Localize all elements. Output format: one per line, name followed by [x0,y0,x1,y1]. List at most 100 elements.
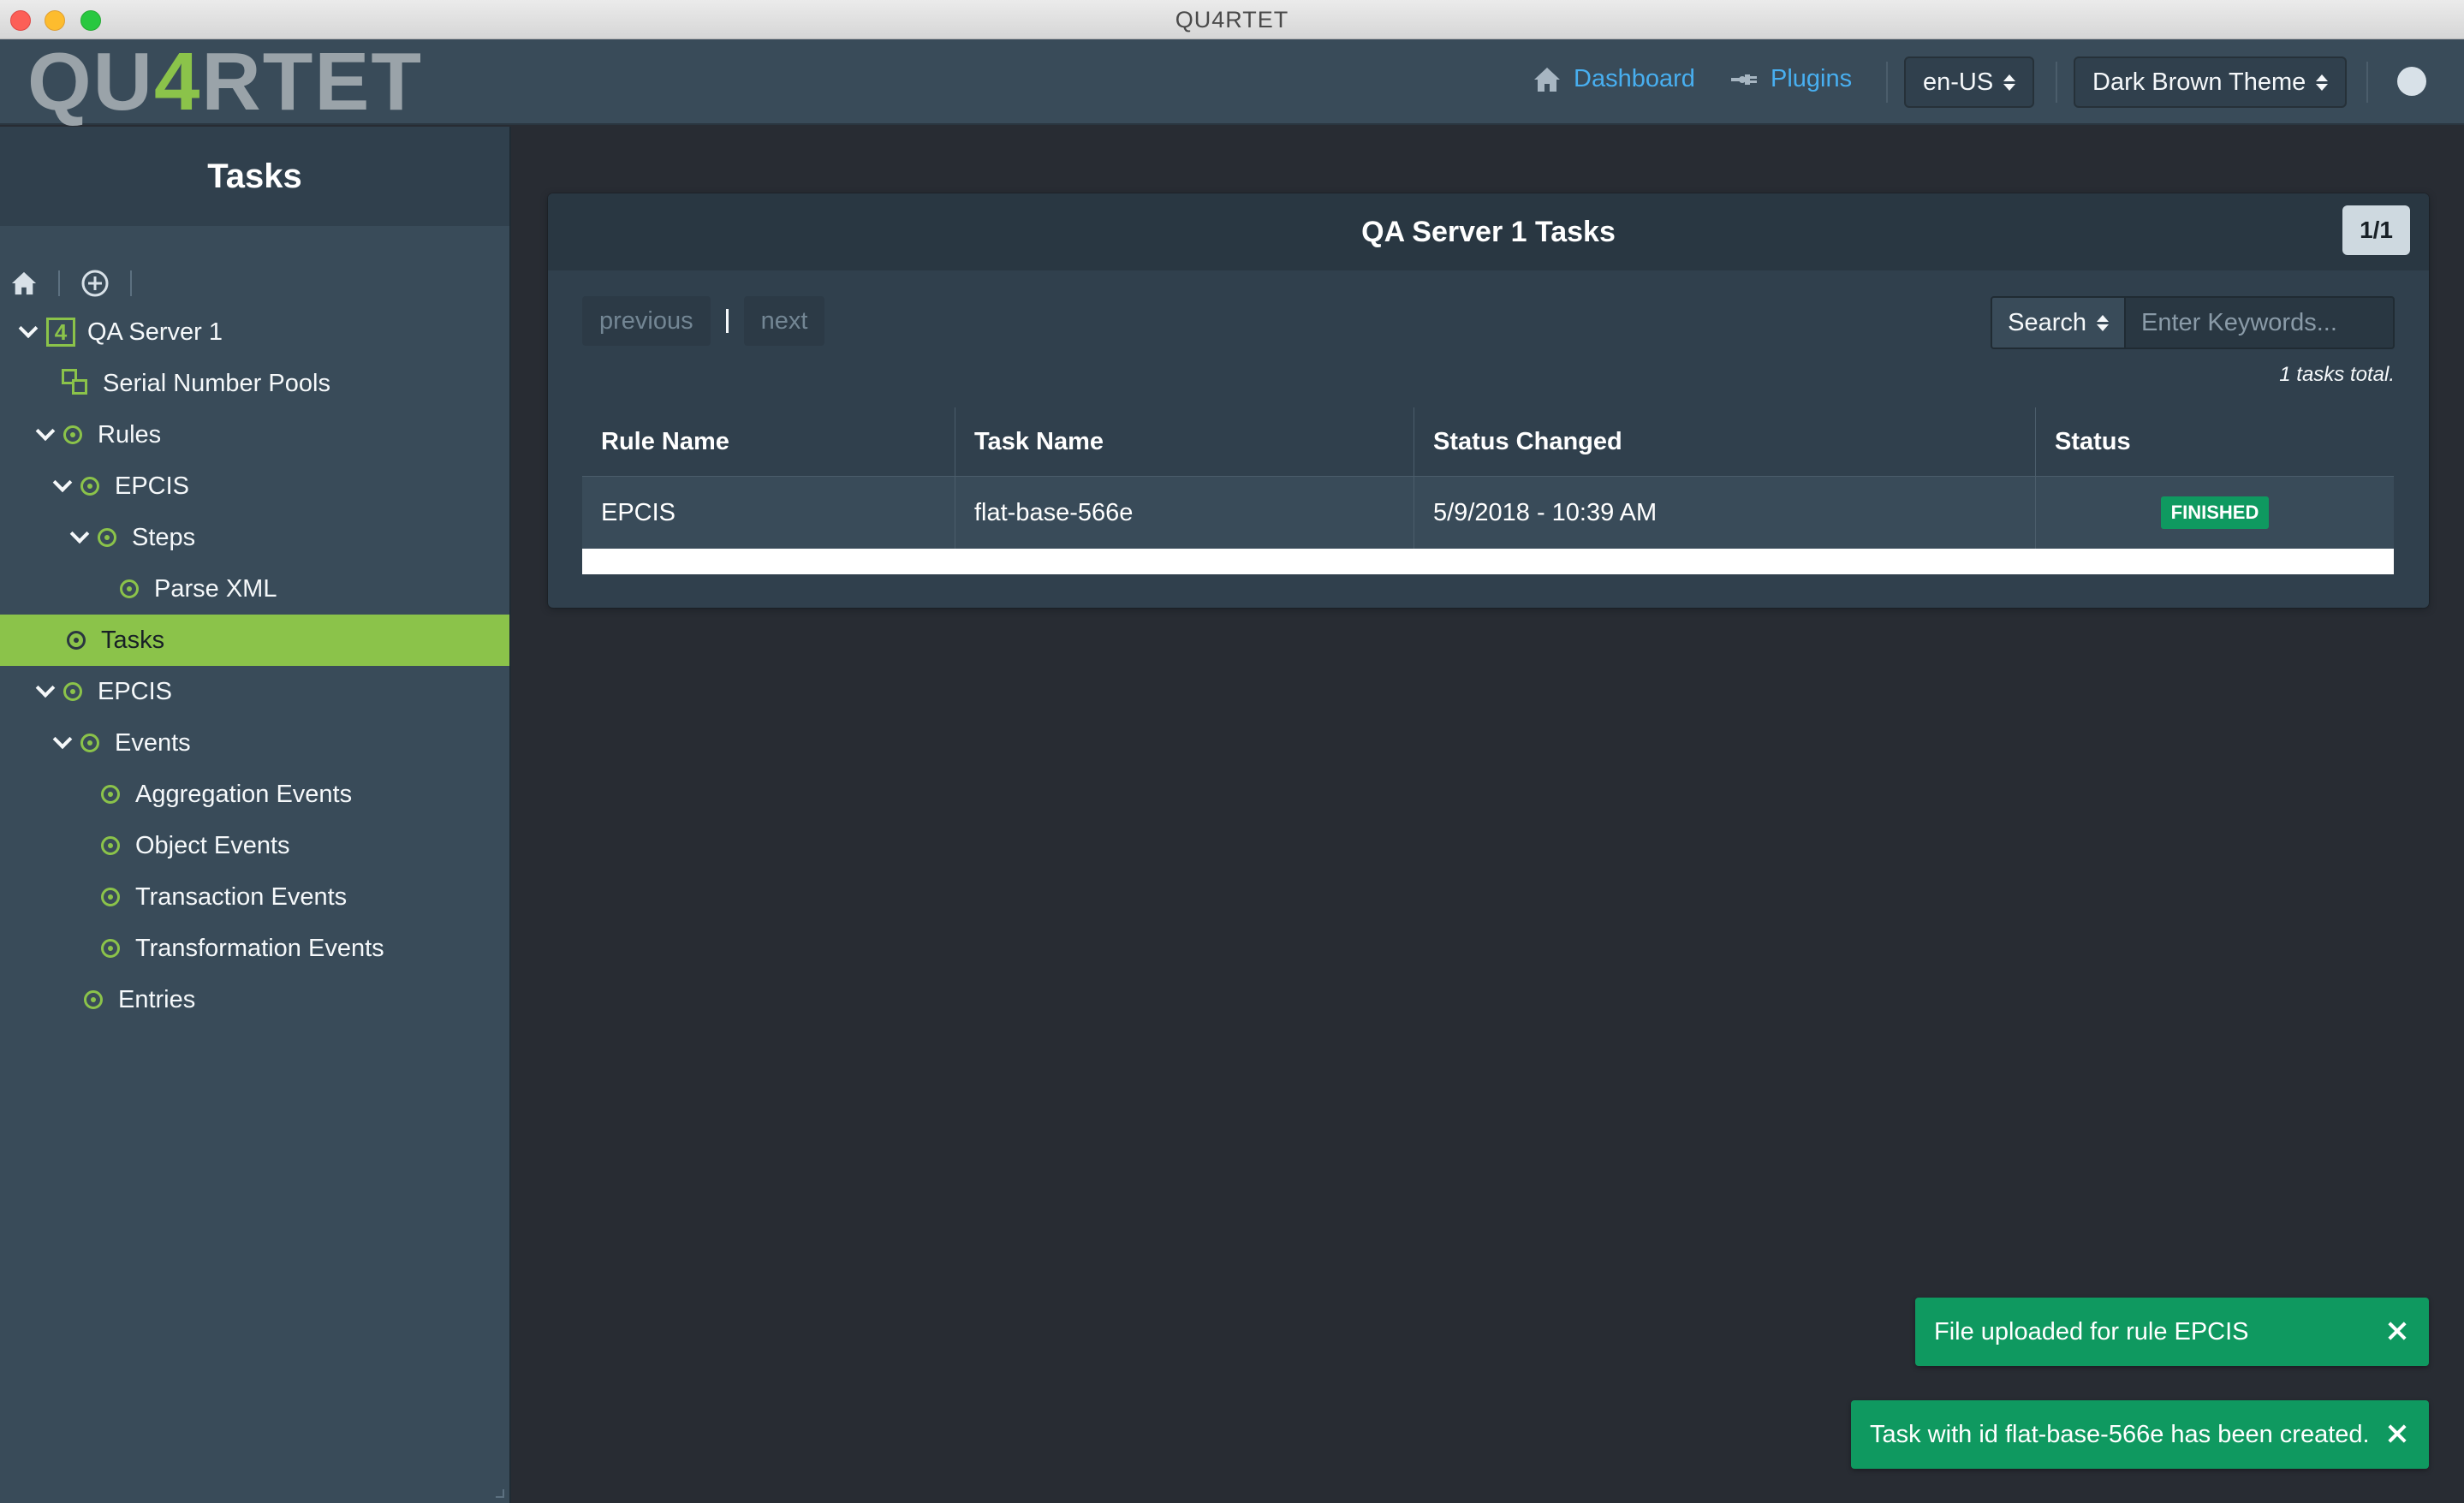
tree-item-transformation-events[interactable]: Transformation Events [0,923,509,974]
column-header-status[interactable]: Status [2035,407,2394,476]
node-icon [98,528,116,547]
tree-item-label: Tasks [101,626,165,654]
sidebar-resize-handle[interactable] [496,1489,504,1498]
tree-item-label: EPCIS [98,677,173,705]
tasks-table: Rule Name Task Name Status Changed Statu… [582,407,2394,574]
pool-icon [62,369,91,398]
table-row[interactable]: EPCIS flat-base-566e 5/9/2018 - 10:39 AM… [582,476,2394,549]
tree-item-label: Entries [118,985,196,1013]
tree-item-label: Rules [98,420,162,449]
tasks-total: 1 tasks total. [2279,363,2395,386]
plugins-link[interactable]: Plugins [1729,65,1852,93]
tree-item-parse-xml[interactable]: Parse XML [0,563,509,615]
pager-divider [725,309,729,333]
tree-item-serial-number-pools[interactable]: Serial Number Pools [0,358,509,409]
tree-item-qa-server-1[interactable]: 4 QA Server 1 [0,306,509,358]
page-indicator: 1/1 [2342,205,2410,255]
search-input[interactable] [2126,296,2395,349]
nav-divider [2056,62,2057,103]
top-navbar: QU4RTET Dashboard Plugins en-US Dark Bro… [0,39,2464,125]
select-caret-icon [2003,74,2016,91]
theme-select[interactable]: Dark Brown Theme [2074,56,2348,108]
close-icon[interactable] [2384,1421,2410,1447]
theme-value: Dark Brown Theme [2092,68,2306,96]
tree-item-rules[interactable]: Rules [0,409,509,460]
app-logo[interactable]: QU4RTET [27,41,423,123]
status-badge: FINISHED [2160,496,2270,529]
search-field-select[interactable]: Search [1991,296,2126,349]
node-icon [63,682,82,701]
node-icon [80,734,99,752]
previous-button[interactable]: previous [582,296,711,346]
dashboard-label: Dashboard [1574,65,1695,92]
chevron-down-icon[interactable] [68,526,91,549]
server-icon: 4 [46,318,75,347]
tree-item-label: QA Server 1 [87,318,223,346]
tree-toolbar [10,269,132,298]
tree-item-events[interactable]: Events [0,717,509,769]
tree-item-steps[interactable]: Steps [0,512,509,563]
window-title: QU4RTET [1175,7,1289,33]
tree-item-object-events[interactable]: Object Events [0,820,509,871]
node-icon [101,888,120,906]
tree-item-aggregation-events[interactable]: Aggregation Events [0,769,509,820]
tasks-card: QA Server 1 Tasks 1/1 previous next Sear… [548,193,2429,608]
logo-prefix: QU [27,36,154,128]
tree-item-entries[interactable]: Entries [0,974,509,1025]
column-header-rule-name[interactable]: Rule Name [582,407,955,476]
chevron-down-icon[interactable] [51,732,74,754]
toast-task-created: Task with id flat-base-566e has been cre… [1851,1400,2429,1469]
toast-file-uploaded: File uploaded for rule EPCIS [1915,1298,2429,1366]
table-header-row: Rule Name Task Name Status Changed Statu… [582,407,2394,476]
home-icon[interactable] [10,270,38,296]
tree-item-transaction-events[interactable]: Transaction Events [0,871,509,923]
cell-task-name: flat-base-566e [955,477,1414,549]
tree-item-label: Parse XML [154,574,277,603]
column-header-status-changed[interactable]: Status Changed [1414,407,2035,476]
toast-message: File uploaded for rule EPCIS [1934,1317,2249,1346]
tree-item-label: Transaction Events [135,882,348,911]
nav-divider [2366,62,2368,103]
node-icon [80,477,99,496]
chevron-down-icon[interactable] [17,321,39,343]
sidebar-title: Tasks [0,127,509,226]
node-icon [84,990,103,1009]
search-select-value: Search [2008,308,2086,336]
tree-item-tasks[interactable]: Tasks [0,615,509,666]
node-icon [101,785,120,804]
search-group: Search [1991,296,2395,349]
logo-accent: 4 [154,36,202,128]
pagination: previous next [582,296,825,346]
cell-status: FINISHED [2035,477,2394,549]
toolbar-divider [58,270,60,296]
column-header-task-name[interactable]: Task Name [955,407,1414,476]
add-circle-icon[interactable] [80,269,110,298]
node-icon [120,579,139,598]
tree-item-label: Transformation Events [135,934,384,962]
table-footer [582,549,2394,574]
dashboard-link[interactable]: Dashboard [1533,65,1695,93]
nav-divider [1886,62,1888,103]
chevron-down-icon[interactable] [51,475,74,497]
chevron-down-icon[interactable] [34,424,57,446]
user-account-icon[interactable] [2397,67,2426,96]
node-icon [63,425,82,444]
next-button[interactable]: next [743,296,825,346]
toolbar-divider [130,270,132,296]
home-icon [1534,67,1560,92]
close-icon[interactable] [2384,1318,2410,1344]
logo-suffix: RTET [201,36,424,128]
sidebar: Tasks 4 QA Server 1 Serial Number Pools … [0,127,511,1503]
tree-item-label: Aggregation Events [135,780,353,808]
tree-item-rule-epcis[interactable]: EPCIS [0,460,509,512]
cell-rule-name: EPCIS [601,498,676,526]
node-icon [101,836,120,855]
chevron-down-icon[interactable] [34,680,57,703]
plugins-label: Plugins [1771,65,1853,92]
window-titlebar: QU4RTET [0,0,2464,39]
locale-select[interactable]: en-US [1904,56,2035,108]
cell-status-changed: 5/9/2018 - 10:39 AM [1414,477,2035,549]
card-header: QA Server 1 Tasks 1/1 [548,193,2429,270]
select-caret-icon [2097,314,2109,331]
tree-item-epcis[interactable]: EPCIS [0,666,509,717]
